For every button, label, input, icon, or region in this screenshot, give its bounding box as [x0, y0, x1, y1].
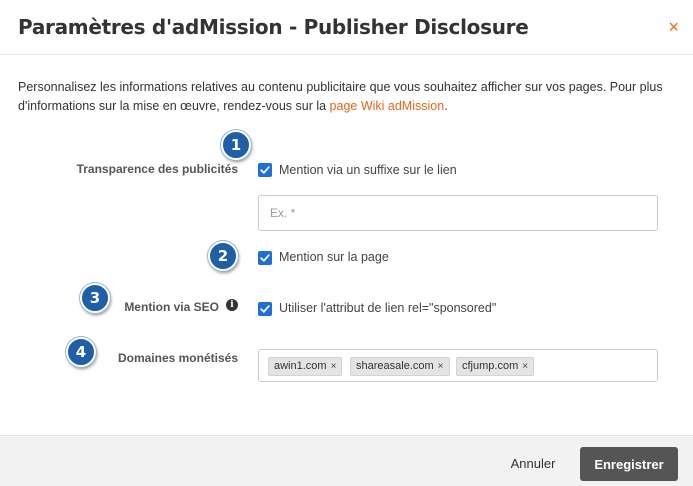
check-icon: [260, 166, 270, 174]
sponsored-checkbox[interactable]: [258, 302, 272, 316]
remove-tag-icon[interactable]: ×: [522, 361, 528, 372]
transparency-label: Transparence des publicités: [76, 162, 238, 176]
cancel-button[interactable]: Annuler: [500, 447, 566, 479]
domain-tag: cfjump.com ×: [456, 357, 535, 376]
domains-tag-input[interactable]: awin1.com × shareasale.com × cfjump.com ×: [258, 349, 658, 382]
step-badge-2: 2: [208, 241, 238, 271]
remove-tag-icon[interactable]: ×: [331, 361, 337, 372]
close-icon[interactable]: ×: [668, 17, 679, 37]
sponsored-checkbox-label: Utiliser l'attribut de lien rel="sponsor…: [279, 301, 497, 315]
domain-tag-label: cfjump.com: [462, 360, 519, 372]
domains-label: Domaines monétisés: [117, 351, 238, 365]
intro-paragraph: Personnalisez les informations relatives…: [18, 78, 683, 116]
check-icon: [260, 305, 270, 313]
suffix-checkbox[interactable]: [258, 163, 272, 177]
dialog-header: Paramètres d'adMission - Publisher Discl…: [0, 0, 693, 55]
page-mention-checkbox-label: Mention sur la page: [279, 250, 389, 264]
domain-tag-label: shareasale.com: [356, 360, 434, 372]
dialog-title: Paramètres d'adMission - Publisher Discl…: [18, 15, 529, 39]
seo-label: Mention via SEO: [124, 300, 219, 314]
step-badge-1: 1: [221, 130, 251, 160]
publisher-disclosure-dialog: Paramètres d'adMission - Publisher Discl…: [0, 0, 693, 486]
dialog-footer: Annuler Enregistrer: [0, 435, 693, 486]
info-icon[interactable]: i: [226, 299, 238, 311]
domain-tag: shareasale.com ×: [350, 357, 450, 376]
save-button[interactable]: Enregistrer: [580, 447, 678, 481]
domain-tag-label: awin1.com: [274, 360, 327, 372]
intro-suffix: .: [444, 99, 448, 113]
domain-tag: awin1.com ×: [268, 357, 343, 376]
page-mention-checkbox[interactable]: [258, 251, 272, 265]
check-icon: [260, 254, 270, 262]
example-input[interactable]: [258, 195, 658, 231]
wiki-link[interactable]: page Wiki adMission: [330, 99, 445, 113]
remove-tag-icon[interactable]: ×: [438, 361, 444, 372]
suffix-checkbox-label: Mention via un suffixe sur le lien: [279, 163, 457, 177]
